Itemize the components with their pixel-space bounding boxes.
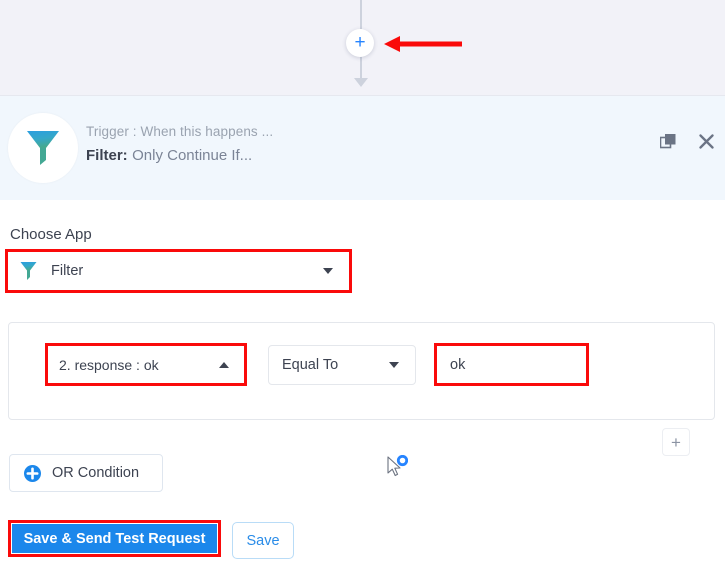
choose-app-select[interactable]: Filter (10, 254, 347, 288)
close-step-button[interactable] (695, 130, 717, 152)
duplicate-icon (659, 133, 675, 148)
connector-arrow-head-icon (354, 78, 368, 87)
connector-line-top (360, 0, 362, 29)
step-name: Filter: Only Continue If... (86, 144, 273, 168)
save-button[interactable]: Save (232, 522, 294, 559)
add-step-button[interactable]: + (346, 29, 374, 57)
step-titles: Trigger : When this happens ... Filter: … (86, 122, 273, 168)
condition-field-value: 2. response : ok (59, 356, 159, 373)
add-condition-button[interactable]: + (662, 428, 690, 456)
workflow-canvas: + (0, 0, 725, 96)
condition-operator-select[interactable]: Equal To (268, 345, 416, 385)
duplicate-step-button[interactable] (657, 130, 679, 152)
condition-field-select[interactable]: 2. response : ok (50, 348, 242, 381)
step-header: Trigger : When this happens ... Filter: … (0, 96, 725, 200)
step-name-value: Only Continue If... (132, 147, 253, 164)
plus-icon: + (354, 31, 366, 53)
header-actions (657, 130, 717, 152)
close-icon (698, 133, 714, 149)
chevron-down-icon (323, 268, 333, 274)
save-and-send-test-request-button[interactable]: Save & Send Test Request (12, 524, 217, 553)
choose-app-value: Filter (51, 263, 84, 279)
circle-plus-icon (24, 464, 41, 482)
filter-funnel-icon (20, 261, 37, 281)
condition-value-input[interactable] (439, 348, 584, 381)
condition-operator-value: Equal To (282, 357, 339, 373)
choose-app-label: Choose App (10, 226, 92, 243)
connector-line-bottom (360, 57, 362, 79)
annotation-arrow-icon (384, 36, 462, 52)
step-name-prefix: Filter: (86, 147, 128, 164)
or-condition-button[interactable]: OR Condition (9, 454, 163, 492)
filter-funnel-icon (27, 131, 59, 165)
or-condition-label: OR Condition (52, 465, 140, 481)
plus-icon: + (671, 432, 681, 452)
step-body: Choose App Filter 2. response : ok Equal… (0, 200, 725, 575)
chevron-down-icon (389, 362, 399, 368)
step-trigger-label: Trigger : When this happens ... (86, 124, 274, 139)
chevron-up-icon (219, 361, 229, 368)
avatar (8, 113, 78, 183)
condition-card: 2. response : ok Equal To (8, 322, 715, 420)
